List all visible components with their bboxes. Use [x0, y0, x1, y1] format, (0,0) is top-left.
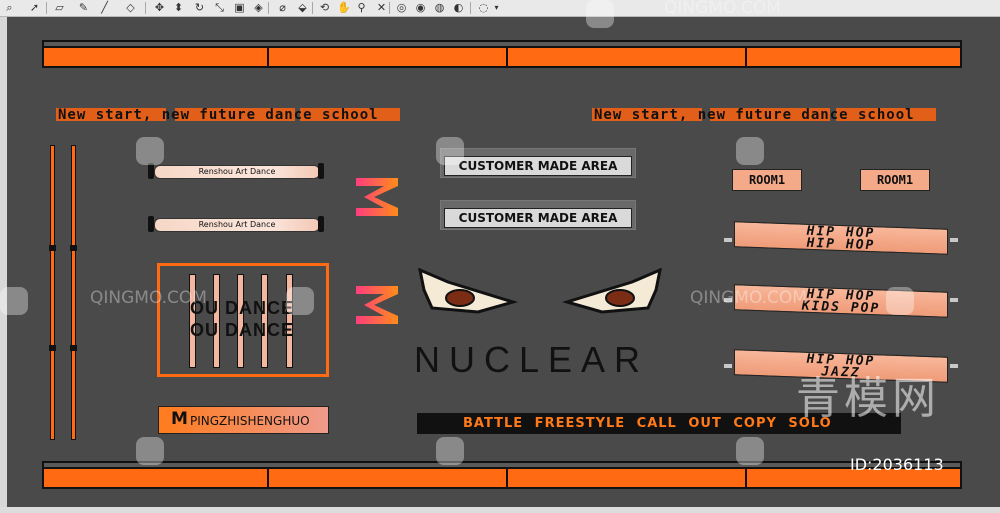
- beam-joint: [267, 469, 269, 487]
- slogan-right: New start, new future dance school: [594, 107, 915, 123]
- brand-watermark: 青模网: [796, 373, 940, 424]
- shape-icon[interactable]: ◇: [124, 1, 137, 14]
- push-pull-icon[interactable]: ⬍: [172, 1, 185, 14]
- eraser-icon[interactable]: ▱: [53, 1, 66, 14]
- watermark-logo-icon: [586, 0, 614, 28]
- look-around-icon[interactable]: ◌: [477, 1, 490, 14]
- frame-text-line-2: OU DANCE: [190, 320, 295, 340]
- watermark-logo-icon: [0, 287, 28, 315]
- beam-joint: [506, 48, 508, 66]
- vertical-pole: [71, 145, 76, 440]
- pole-joint: [70, 245, 77, 251]
- vertical-pole: [50, 145, 55, 440]
- toolbar-separator: [389, 2, 390, 14]
- bottom-beam: [42, 467, 962, 489]
- select-icon[interactable]: ⌕: [3, 1, 16, 14]
- scale-icon[interactable]: ⤡: [213, 1, 226, 14]
- beam-joint: [745, 48, 747, 66]
- pencil-icon[interactable]: ✎: [77, 1, 90, 14]
- dropdown-arrow-icon[interactable]: ▾: [490, 1, 503, 14]
- prism-end-cap: [950, 364, 958, 368]
- pingzhi-sign: M PINGZHISHENGHUO: [158, 406, 329, 434]
- watermark-logo-icon: [136, 437, 164, 465]
- custom-area-sign-2: CUSTOMER MADE AREA: [444, 208, 632, 228]
- sign-text: PINGZHISHENGHUO: [190, 414, 310, 428]
- watermark-logo-icon: [436, 437, 464, 465]
- beam-joint: [745, 469, 747, 487]
- prism-end-cap: [724, 238, 732, 242]
- right-eye-graphic: [562, 268, 662, 314]
- tube-cap: [318, 216, 324, 232]
- toolbar-separator: [145, 2, 146, 14]
- pole-joint: [49, 345, 56, 351]
- section-display-icon[interactable]: ◉: [414, 1, 427, 14]
- line-icon[interactable]: ╱: [98, 1, 111, 14]
- watermark-text: QINGMO.COM: [90, 288, 207, 308]
- nuclear-title: NUCLEAR: [414, 339, 650, 380]
- m-logo-top: [356, 178, 398, 216]
- vertical-ruler: [0, 17, 7, 507]
- light-tube-bottom: Renshou Art Dance: [154, 218, 320, 232]
- left-eye-graphic: [418, 268, 518, 314]
- prism-end-cap: [950, 238, 958, 242]
- watermark-logo-icon: [286, 287, 314, 315]
- zoom-icon[interactable]: ⚲: [355, 1, 368, 14]
- beam-joint: [267, 48, 269, 66]
- tape-icon[interactable]: ⌀: [276, 1, 289, 14]
- model-id: ID:2036113: [850, 455, 944, 474]
- room-sign-1: ROOM1: [732, 169, 802, 191]
- room-sign-2: ROOM1: [860, 169, 930, 191]
- prism-end-cap: [950, 298, 958, 302]
- orbit-icon[interactable]: ⟲: [318, 1, 331, 14]
- status-bar: [0, 507, 1000, 513]
- watermark-logo-icon: [136, 137, 164, 165]
- slogan-left: New start, new future dance school: [58, 107, 379, 123]
- watermark-logo-icon: [736, 137, 764, 165]
- toolbar-separator: [470, 2, 471, 14]
- toolbar: ⌕ ➚ ▱ ✎ ╱ ◇ ✥ ⬍ ↻ ⤡ ▣ ◈ ⌀ ⬙ ⟲ ✋ ⚲ ✕ ◎ ◉ …: [0, 0, 1000, 17]
- watermark-logo-icon: [736, 437, 764, 465]
- m-logo-bottom: [356, 286, 398, 324]
- watermark-text: QINGMO.COM: [664, 0, 781, 18]
- rotate-icon[interactable]: ↻: [193, 1, 206, 14]
- custom-area-sign-1: CUSTOMER MADE AREA: [444, 156, 632, 176]
- sign-m-letter: M: [171, 409, 188, 429]
- light-tube-top: Renshou Art Dance: [154, 165, 320, 179]
- move-icon[interactable]: ✥: [153, 1, 166, 14]
- zoom-extents-icon[interactable]: ✕: [375, 1, 388, 14]
- section-cut-icon[interactable]: ◐: [452, 1, 465, 14]
- toolbar-separator: [268, 2, 269, 14]
- beam-joint: [506, 469, 508, 487]
- section-icon[interactable]: ◎: [395, 1, 408, 14]
- pointer-icon[interactable]: ➚: [28, 1, 41, 14]
- paint-icon[interactable]: ⬙: [296, 1, 309, 14]
- follow-me-icon[interactable]: ◈: [252, 1, 265, 14]
- prism-end-cap: [724, 364, 732, 368]
- top-beam: [42, 46, 962, 68]
- pan-icon[interactable]: ✋: [337, 1, 351, 14]
- tube-cap: [318, 163, 324, 179]
- pole-joint: [70, 345, 77, 351]
- watermark-text: QINGMO.COM: [690, 288, 807, 308]
- offset-icon[interactable]: ▣: [233, 1, 246, 14]
- toolbar-separator: [312, 2, 313, 14]
- pole-joint: [49, 245, 56, 251]
- toolbar-separator: [46, 2, 47, 14]
- watermark-logo-icon: [886, 287, 914, 315]
- section-fill-icon[interactable]: ◍: [433, 1, 446, 14]
- watermark-logo-icon: [436, 137, 464, 165]
